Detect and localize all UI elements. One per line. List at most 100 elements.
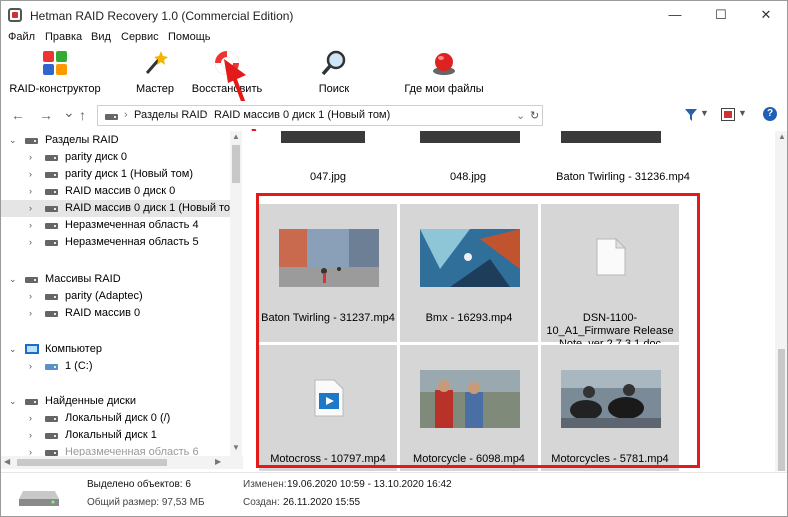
drive-icon [25,277,38,283]
minimize-button[interactable]: — [652,1,698,29]
help-icon[interactable]: ? [763,107,777,121]
tree-item[interactable]: › RAID массив 0 диск 0 [1,183,230,200]
forward-button[interactable]: → [39,107,53,123]
thumbnail-top-3[interactable] [561,131,661,143]
drive-icon [105,114,118,120]
content-vertical-scrollbar[interactable]: ▲ [775,131,787,471]
tree-hscroll-thumb[interactable] [17,459,167,466]
tree-item[interactable]: › Неразмеченная область 4 [1,217,230,234]
chevron-down-icon[interactable]: ⌄ [9,271,17,288]
chevron-down-icon[interactable]: ⌄ [9,341,17,358]
breadcrumb-current-volume[interactable]: RAID массив 0 диск 1 (Новый том) [214,109,390,121]
wizard-label: Мастер [135,83,175,95]
close-button[interactable]: ✕ [743,1,787,29]
chevron-right-icon[interactable]: › [29,305,32,322]
history-dropdown[interactable]: ⌄ [63,104,75,121]
chevron-right-icon[interactable]: › [29,149,32,166]
video-thumbnail [420,229,520,287]
chevron-right-icon[interactable]: › [29,166,32,183]
file-name[interactable]: Baton Twirling - 31236.mp4 [543,171,703,183]
breadcrumb-separator-icon: › [124,109,128,121]
chevron-right-icon[interactable]: › [29,358,32,375]
tree-item[interactable]: › RAID массив 0 [1,305,230,322]
back-button[interactable]: ← [11,107,25,123]
filter-icon[interactable] [684,108,698,125]
view-mode-icon[interactable] [721,108,735,124]
tree-item[interactable]: › parity диск 0 [1,149,230,166]
modified-label: Изменен: [243,479,287,490]
file-name[interactable]: 048.jpg [413,171,523,183]
scroll-right-icon[interactable]: ▶ [215,457,221,466]
chevron-down-icon[interactable]: ⌄ [9,132,17,149]
find-files-button[interactable]: Где мои файлы [403,49,485,97]
file-tile[interactable]: Bmx - 16293.mp4 [399,203,539,343]
chevron-right-icon[interactable]: › [29,410,32,427]
file-tile[interactable]: Baton Twirling - 31237.mp4 [258,203,398,343]
app-window: Hetman RAID Recovery 1.0 (Commercial Edi… [0,0,788,517]
up-button[interactable]: ↑ [79,107,86,123]
tree-item[interactable]: › 1 (C:) [1,358,230,375]
file-name[interactable]: 047.jpg [273,171,383,183]
scroll-down-icon[interactable]: ▼ [232,443,240,452]
magnifier-icon [320,49,348,77]
drive-icon [45,223,58,229]
content-scroll-thumb[interactable] [778,349,785,471]
file-tile[interactable]: DSN-1100-10_A1_Firmware Release Note_ver… [540,203,680,350]
menu-file[interactable]: Файл [8,31,35,43]
tree-item[interactable]: › Неразмеченная область 6 [1,444,230,456]
hard-drive-icon [19,491,59,506]
tree-item[interactable]: › Локальный диск 0 (/) [1,410,230,427]
refresh-icon[interactable]: ↻ [530,109,539,122]
file-tile[interactable]: Motocross - 10797.mp4 [258,344,398,471]
file-name: Motocross - 10797.mp4 [270,453,386,465]
scroll-up-icon[interactable]: ▲ [778,132,786,141]
menu-view[interactable]: Вид [91,31,111,43]
chevron-right-icon[interactable]: › [29,444,32,456]
chevron-right-icon[interactable]: › [29,183,32,200]
file-tile[interactable]: Motorcycle - 6098.mp4 [399,344,539,471]
tree-group-raid-partitions[interactable]: ⌄ Разделы RAID [1,132,230,149]
path-box[interactable]: › Разделы RAID › RAID массив 0 диск 1 (Н… [97,105,543,126]
search-label: Поиск [318,83,350,95]
tree-group-found-disks[interactable]: ⌄ Найденные диски [1,393,230,410]
chevron-right-icon[interactable]: › [29,217,32,234]
toolbar: RAID-конструктор Мастер Восстановить Пои… [1,47,787,159]
search-button[interactable]: Поиск [311,49,357,97]
scroll-up-icon[interactable]: ▲ [232,132,240,141]
maximize-button[interactable]: ☐ [698,1,744,29]
thumbnail-top-1[interactable] [281,131,365,143]
menu-help[interactable]: Помощь [168,31,211,43]
video-thumbnail [561,370,661,428]
filter-dropdown-icon[interactable]: ▼ [700,108,709,118]
raid-builder-button[interactable]: RAID-конструктор [9,49,101,97]
red-button-icon [430,49,458,77]
chevron-right-icon[interactable]: › [29,427,32,444]
chevron-down-icon[interactable]: ⌄ [516,109,525,122]
view-dropdown-icon[interactable]: ▼ [738,108,747,118]
tree-scroll-thumb[interactable] [232,145,240,183]
chevron-right-icon[interactable]: › [29,200,32,217]
tree-group-raid-arrays[interactable]: ⌄ Массивы RAID [1,271,230,288]
address-bar: ← → ⌄ ↑ › Разделы RAID › RAID массив 0 д… [1,101,787,129]
tree-item[interactable]: › Локальный диск 1 [1,427,230,444]
tree-group-computer[interactable]: ⌄ Компьютер [1,341,230,358]
chevron-down-icon[interactable]: ⌄ [9,393,17,410]
tree-item[interactable]: › parity диск 1 (Новый том) [1,166,230,183]
thumbnail-top-2[interactable] [420,131,520,143]
breadcrumb-raid-partitions[interactable]: Разделы RAID [134,109,208,121]
menu-tools[interactable]: Сервис [121,31,159,43]
video-thumbnail [279,229,379,287]
chevron-right-icon[interactable]: › [29,288,32,305]
tree-item[interactable]: › Неразмеченная область 5 [1,234,230,251]
scroll-left-icon[interactable]: ◀ [4,457,10,466]
file-grid: 047.jpg 048.jpg Baton Twirling - 31236.m… [243,131,775,471]
file-tile[interactable]: Motorcycles - 5781.mp4 [540,344,680,471]
menu-edit[interactable]: Правка [45,31,82,43]
folder-tree: ⌄ Разделы RAID › parity диск 0 › parity … [1,131,243,456]
tree-item-selected[interactable]: › RAID массив 0 диск 1 (Новый том) [1,200,241,217]
tree-item[interactable]: › parity (Adaptec) [1,288,230,305]
tree-horizontal-scrollbar[interactable]: ◀ ▶ [1,456,243,469]
wizard-button[interactable]: Мастер [129,49,181,97]
tree-vertical-scrollbar[interactable]: ▲ ▼ [230,131,242,456]
chevron-right-icon[interactable]: › [29,234,32,251]
